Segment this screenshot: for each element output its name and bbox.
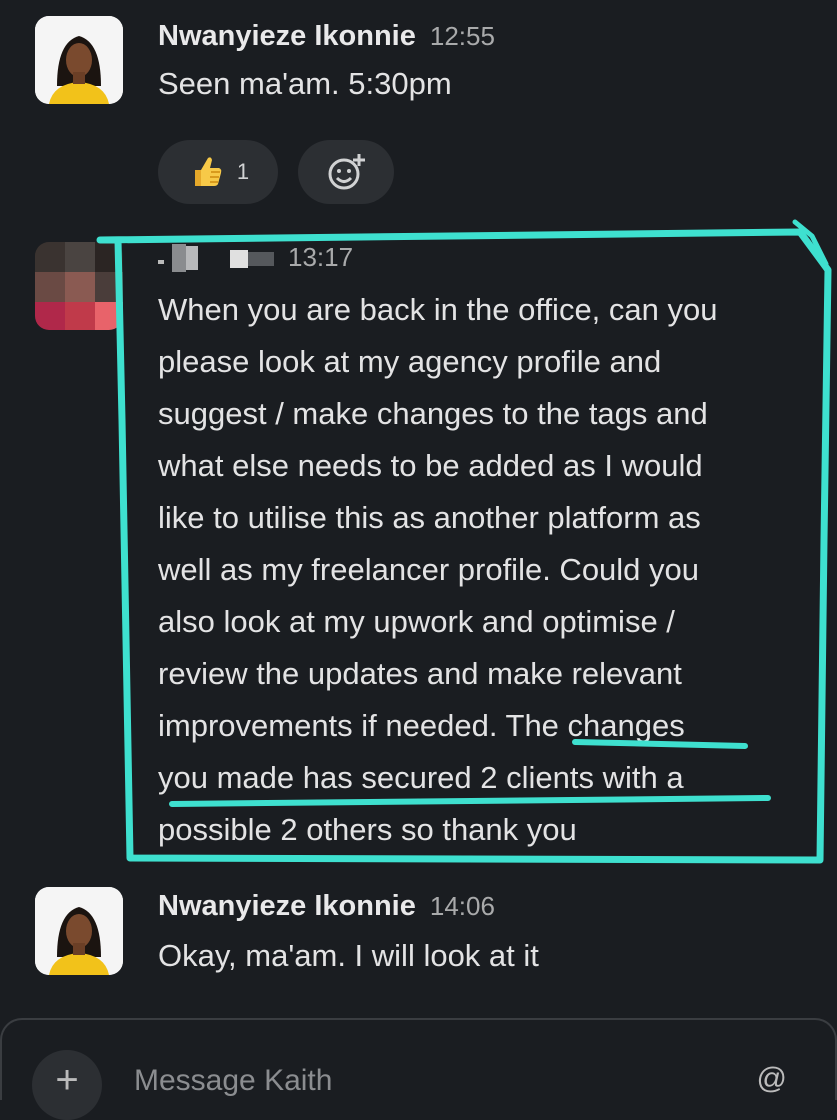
profile-photo [35, 16, 123, 104]
message-text: Okay, ma'am. I will look at it [158, 938, 539, 973]
author-name-text[interactable]: Nwanyieze Ikonnie [158, 20, 416, 52]
blurred-avatar[interactable] [35, 242, 123, 330]
message-composer[interactable]: + Message Kaith @ [0, 1018, 837, 1120]
reaction-thumbs-up-button[interactable]: 1 [158, 140, 278, 204]
message-line: you made has secured 2 clients with a [158, 760, 684, 795]
mention-button[interactable]: @ [757, 1062, 787, 1096]
highlight-box-corner [792, 219, 829, 267]
message-line: what else needs to be added as I would [158, 448, 703, 483]
message-line: suggest / make changes to the tags and [158, 396, 708, 431]
message-text: When you are back in the office, can you… [158, 284, 798, 856]
message-line: improvements if needed. The changes [158, 708, 685, 743]
thumbs-up-icon [194, 157, 222, 186]
message-line: When you are back in the office, can you [158, 292, 718, 327]
message-line: like to utilise this as another platform… [158, 500, 701, 535]
add-emoji-icon [328, 154, 365, 190]
attach-plus-button[interactable]: + [32, 1050, 102, 1120]
redaction-blocks [158, 244, 274, 272]
message-text: Seen ma'am. 5:30pm [158, 66, 452, 101]
message-line: well as my freelancer profile. Could you [158, 552, 700, 587]
message-line: review the updates and make relevant [158, 656, 682, 691]
author-name[interactable]: Nwanyieze Ikonnie 12:55 [158, 20, 495, 53]
message-time[interactable]: 14:06 [430, 891, 495, 921]
message-line: possible 2 others so thank you [158, 812, 577, 847]
message-line: also look at my upwork and optimise / [158, 604, 675, 639]
reaction-bar: 1 [158, 140, 394, 204]
avatar[interactable] [35, 16, 123, 104]
avatar[interactable] [35, 887, 123, 975]
message-line: please look at my agency profile and [158, 344, 662, 379]
message-time[interactable]: 12:55 [430, 21, 495, 51]
author-name[interactable]: Nwanyieze Ikonnie 14:06 [158, 890, 495, 923]
blurred-author-name[interactable] [158, 240, 278, 276]
reaction-count: 1 [236, 159, 250, 184]
author-name-text[interactable]: Nwanyieze Ikonnie [158, 890, 416, 922]
profile-photo [35, 887, 123, 975]
add-reaction-button[interactable] [298, 140, 394, 204]
pixelated-avatar-image [35, 242, 123, 330]
message-time[interactable]: 13:17 [288, 242, 353, 273]
composer-placeholder[interactable]: Message Kaith [134, 1064, 332, 1098]
